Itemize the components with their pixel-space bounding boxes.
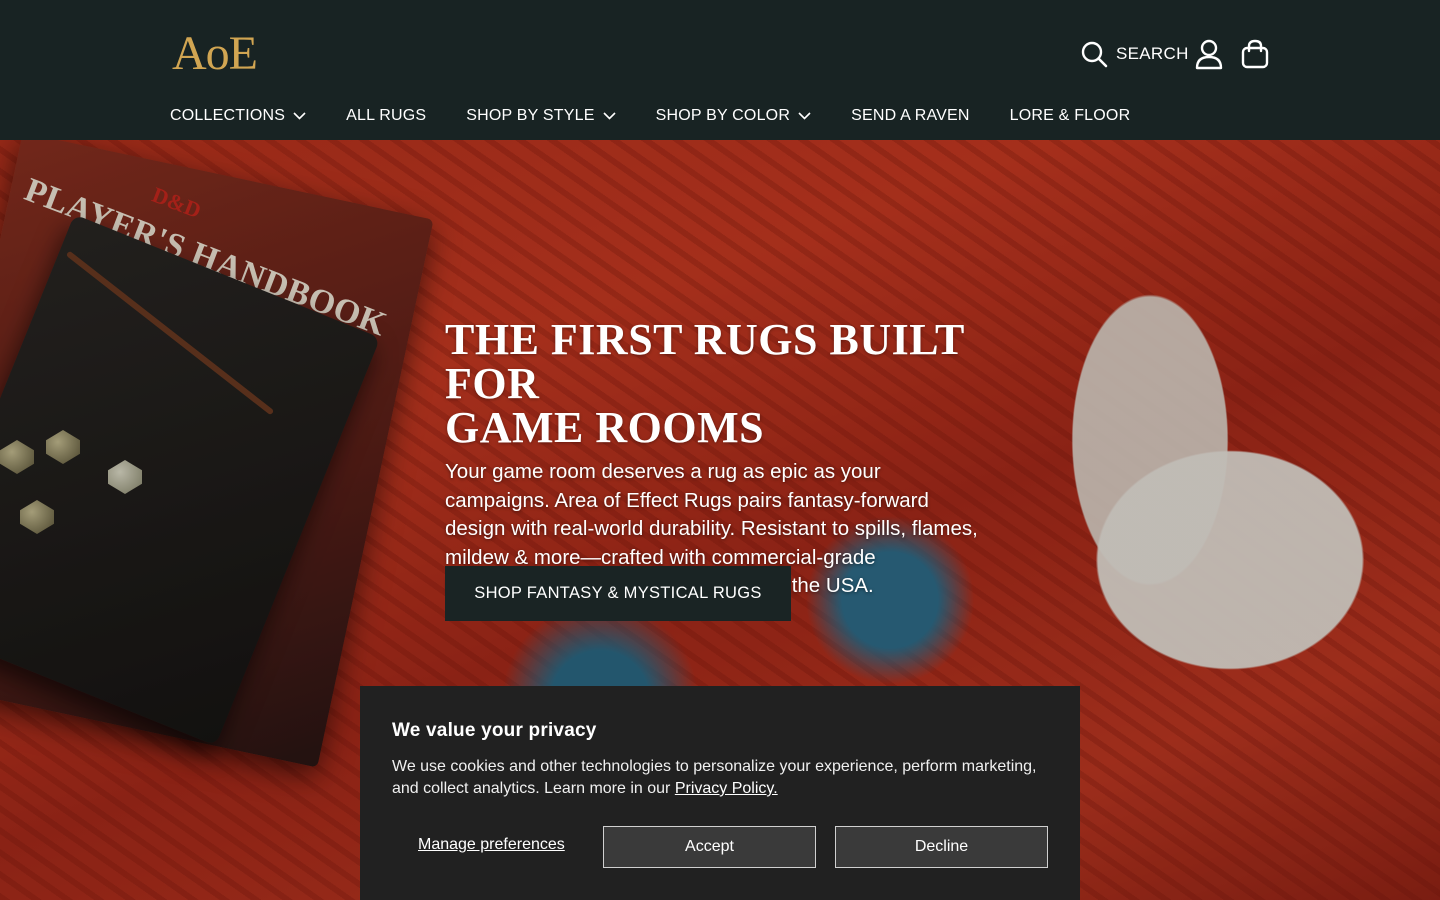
chevron-down-icon — [798, 107, 811, 125]
nav-item-label: COLLECTIONS — [170, 107, 286, 124]
account-icon — [1194, 38, 1224, 70]
chevron-down-icon — [293, 107, 306, 125]
hero-title-line: GAME ROOMS — [445, 403, 765, 452]
cookie-text: We use cookies and other technologies to… — [392, 756, 1052, 800]
cart-icon — [1240, 38, 1270, 70]
nav-item-label: SHOP BY STYLE — [466, 107, 595, 124]
cart-button[interactable] — [1240, 36, 1270, 72]
hero-title: THE FIRST RUGS BUILT FOR GAME ROOMS — [445, 318, 1005, 450]
privacy-policy-link[interactable]: Privacy Policy. — [675, 780, 778, 797]
nav-item-shop-by-style[interactable]: SHOP BY STYLE — [466, 107, 616, 125]
nav-item-collections[interactable]: COLLECTIONS — [170, 107, 306, 125]
site-header: AoE SEARCH COLLECTIONS ALL RUGS SHOP BY ST… — [0, 0, 1440, 140]
manage-preferences-link[interactable]: Manage preferences — [418, 836, 565, 854]
site-logo[interactable]: AoE — [172, 28, 258, 80]
cookie-banner: We value your privacy We use cookies and… — [360, 686, 1080, 900]
search-button[interactable]: SEARCH — [1080, 36, 1189, 72]
hero-title-line: THE FIRST RUGS BUILT FOR — [445, 315, 965, 408]
nav-item-lore-floor[interactable]: LORE & FLOOR — [1010, 107, 1131, 125]
account-button[interactable] — [1194, 36, 1224, 72]
nav-item-label: SHOP BY COLOR — [655, 107, 791, 124]
chevron-down-icon — [603, 107, 616, 125]
nav-item-label: ALL RUGS — [346, 107, 427, 124]
hero-content: THE FIRST RUGS BUILT FOR GAME ROOMS Your… — [445, 318, 1005, 621]
decline-cookies-button[interactable]: Decline — [835, 826, 1048, 868]
main-nav: COLLECTIONS ALL RUGS SHOP BY STYLE SHOP BY … — [170, 98, 1170, 134]
accept-cookies-button[interactable]: Accept — [603, 826, 816, 868]
nav-item-label: LORE & FLOOR — [1009, 107, 1131, 124]
nav-item-shop-by-color[interactable]: SHOP BY COLOR — [656, 107, 812, 125]
search-icon — [1080, 40, 1108, 68]
nav-item-label: SEND A RAVEN — [851, 107, 970, 124]
cookie-title: We value your privacy — [392, 720, 597, 741]
nav-item-send-a-raven[interactable]: SEND A RAVEN — [851, 107, 970, 125]
shop-fantasy-rugs-button[interactable]: SHOP FANTASY & MYSTICAL RUGS — [445, 566, 791, 621]
nav-item-all-rugs[interactable]: ALL RUGS — [346, 107, 426, 125]
search-label: SEARCH — [1116, 44, 1189, 63]
